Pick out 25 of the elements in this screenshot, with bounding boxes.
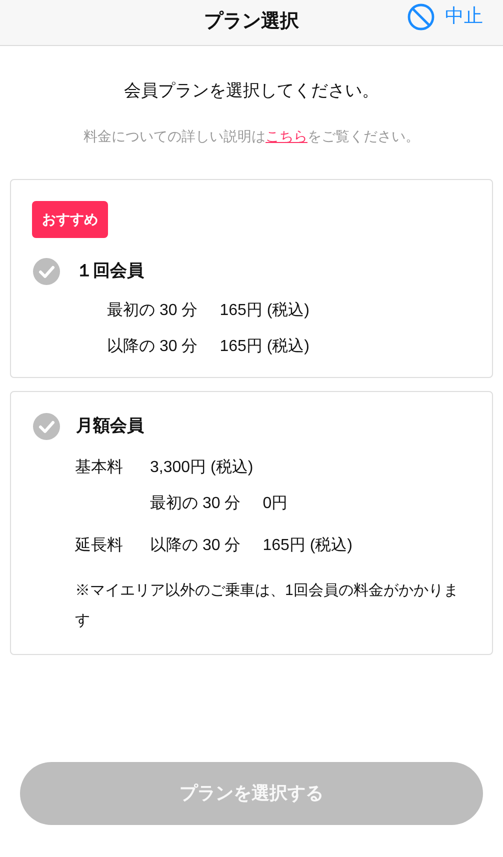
price-text: 最初の 30 分 (107, 300, 198, 320)
fee-label: 延長料 (75, 536, 124, 556)
prohibited-icon (407, 3, 435, 32)
recommended-badge: おすすめ (32, 200, 108, 238)
plan-name: 月額会員 (76, 415, 144, 438)
price-text: 165円 (税込) (220, 336, 310, 356)
price-text: 0円 (262, 494, 288, 514)
plan-name: １回会員 (76, 260, 144, 282)
price-text: 以降の 30 分 (107, 336, 198, 356)
plan-card[interactable]: おすすめ １回会員 最初の 30 分 165円 (税込) 以降の 30 分 165円 (税込) (10, 178, 493, 378)
price-text: 最初の 30 分 (150, 494, 241, 514)
price-text: 以降の 30 分 (150, 536, 241, 556)
check-icon[interactable] (33, 258, 60, 284)
info-text: 料金についての詳しい説明はこちら をご覧ください。 (82, 126, 420, 146)
screen-title: プラン選択 (204, 10, 299, 34)
instruction-text: 会員プランを選択してください。 (123, 80, 380, 102)
cancel-button[interactable]: 中止 (407, 3, 483, 32)
price-text: 3,300円 (税込) (150, 458, 254, 478)
details-link[interactable]: こちら (266, 128, 308, 144)
price-text: 165円 (税込) (262, 536, 352, 556)
plan-card[interactable]: 月額会員 基本料 3,300円 (税込) 最初の 30 分 0円 延長料 以降の 30 分 165円 (税込) ※マイエリア以外のご乗車は、1回会員の料金がかかります (10, 390, 493, 654)
check-icon[interactable] (33, 412, 60, 440)
price-text: 165円 (税込) (220, 300, 310, 320)
fee-label: 基本料 (75, 458, 124, 478)
note-text: ※マイエリア以外のご乗車は、1回会員の料金がかかります (75, 580, 460, 630)
